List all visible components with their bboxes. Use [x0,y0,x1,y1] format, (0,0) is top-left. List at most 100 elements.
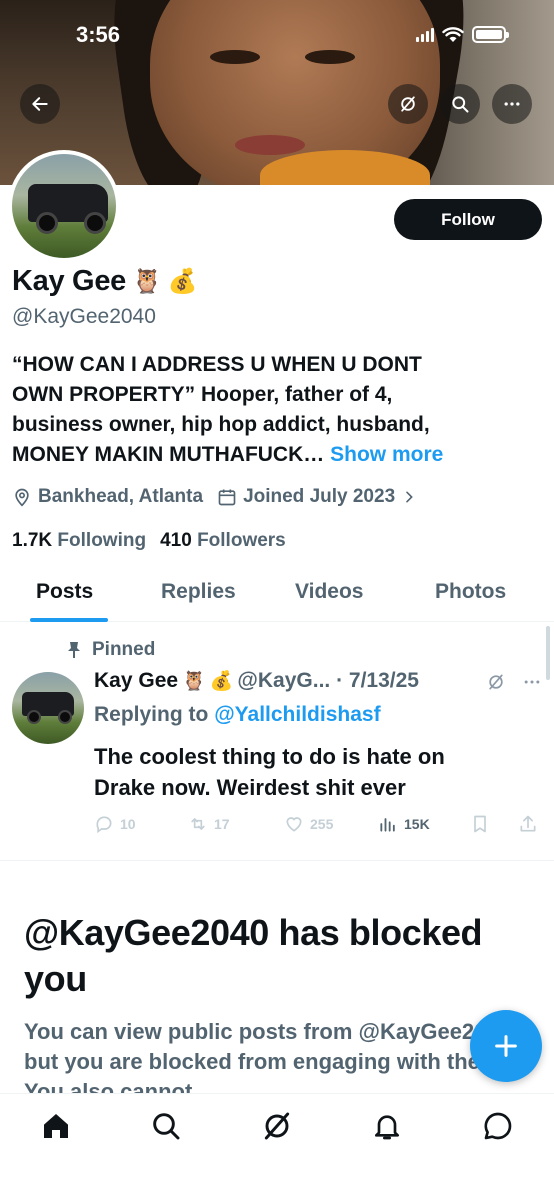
following-label: Following [57,530,147,551]
replying-to: Replying to @Yallchildishasf [94,703,381,727]
tweet-grok-button[interactable] [486,672,506,697]
followers-label: Followers [197,530,286,551]
replying-prefix: Replying to [94,703,209,726]
follow-counts: 1.7K Following 410 Followers [12,530,286,552]
bio-line: OWN PROPERTY” Hooper, father of 4, [12,383,393,406]
bottom-nav [0,1093,554,1200]
like-count: 255 [310,816,334,832]
like-icon [286,817,302,832]
nav-home[interactable] [40,1110,72,1142]
owl-emoji: 🦉 [131,268,162,295]
show-more-link[interactable]: Show more [330,443,443,466]
reply-icon [96,816,112,834]
money-bag-emoji: 💰 [209,671,234,692]
search-button[interactable] [440,84,480,124]
tweet-more-button[interactable] [522,672,542,697]
tab-photos[interactable]: Photos [435,580,506,604]
display-name: Kay Gee 🦉 💰 [12,265,197,298]
bio-line: “HOW CAN I ADDRESS U WHEN U DONT [12,353,422,376]
profile-bio: “HOW CAN I ADDRESS U WHEN U DONT OWN PRO… [12,350,542,470]
blocked-body: You can view public posts from @KayGee20… [24,1019,517,1093]
grok-icon [401,96,415,112]
followers-count: 410 [160,530,192,551]
chevron-right-icon [406,491,413,503]
tab-replies[interactable]: Replies [161,580,236,604]
tab-videos[interactable]: Videos [295,580,363,604]
home-icon [44,1114,68,1138]
location-icon [15,488,29,507]
bio-line: business owner, hip hop addict, husband, [12,413,430,436]
profile-tabs: Posts Replies Videos Photos [0,570,554,622]
like-button[interactable]: 255 [284,814,333,834]
back-button[interactable] [20,84,60,124]
nav-messages[interactable] [482,1110,514,1142]
wifi-icon [442,26,464,42]
tab-posts[interactable]: Posts [36,580,93,604]
follow-button[interactable]: Follow [394,199,542,240]
reply-count: 10 [120,816,136,832]
owl-emoji: 🦉 [182,671,206,692]
pinned-text: Pinned [92,639,156,660]
replying-handle-link[interactable]: @Yallchildishasf [214,703,380,726]
tweet-text-line: The coolest thing to do is hate on [94,744,445,769]
bookmark-icon [474,815,486,833]
bookmark-button[interactable] [470,814,490,834]
status-time: 3:56 [76,22,121,47]
share-icon [520,815,536,832]
views-button[interactable]: 15K [378,814,430,834]
more-icon [504,102,520,106]
tweet-actions: 10 17 255 15K [94,814,544,838]
profile-avatar[interactable] [8,150,120,262]
grok-button[interactable] [388,84,428,124]
tweet-author-name[interactable]: Kay Gee [94,669,178,693]
grok-icon [264,1112,290,1140]
bio-line-last: MONEY MAKIN MUTHAFUCK… Show more [12,440,542,470]
display-name-text: Kay Gee [12,265,126,297]
signal-icon [416,27,434,42]
grok-icon [489,674,503,690]
repost-icon [191,818,205,830]
profile-handle: @KayGee2040 [12,305,156,328]
tweet-handle-date: @KayG... · 7/13/25 [237,669,419,692]
battery-icon [472,26,509,43]
location: Bankhead, Atlanta [12,486,203,508]
tweet-avatar[interactable] [12,672,84,744]
blocked-title: @KayGee2040 has blocked you [24,912,483,999]
more-button[interactable] [492,84,532,124]
status-icons [416,26,509,43]
calendar-icon [218,489,236,506]
following-link[interactable]: 1.7K Following [12,530,146,552]
share-button[interactable] [518,814,538,834]
more-icon [524,680,540,684]
repost-button[interactable]: 17 [188,814,230,834]
repost-count: 17 [214,816,230,832]
tweet-text[interactable]: The coolest thing to do is hate on Drake… [94,741,534,803]
pinned-label: Pinned [66,639,155,661]
joined-text: Joined July 2023 [243,486,396,507]
reply-button[interactable]: 10 [94,814,136,834]
search-icon [153,1113,180,1140]
pin-icon [68,642,80,658]
scrollbar[interactable] [546,626,550,680]
active-tab-indicator [30,618,108,622]
profile-meta: Bankhead, Atlanta Joined July 2023 [12,486,431,508]
nav-notifications[interactable] [371,1110,403,1142]
following-count: 1.7K [12,530,53,551]
plus-icon [495,1035,517,1057]
search-icon [452,96,469,113]
nav-grok[interactable] [261,1110,293,1142]
views-icon [380,818,395,832]
back-arrow-icon [32,97,48,111]
tweet-text-line: Drake now. Weirdest shit ever [94,775,406,800]
compose-button[interactable] [470,1010,542,1082]
location-text: Bankhead, Atlanta [38,486,204,507]
money-bag-emoji: 💰 [167,268,198,295]
nav-search[interactable] [150,1110,182,1142]
followers-link[interactable]: 410 Followers [160,530,286,552]
joined-date[interactable]: Joined July 2023 [217,486,417,508]
tweet-header: Kay Gee 🦉 💰 @KayG... · 7/13/25 [94,669,419,693]
bell-icon [375,1115,399,1140]
bio-line: MONEY MAKIN MUTHAFUCK… [12,443,325,466]
messages-icon [484,1112,512,1140]
views-count: 15K [404,816,430,832]
